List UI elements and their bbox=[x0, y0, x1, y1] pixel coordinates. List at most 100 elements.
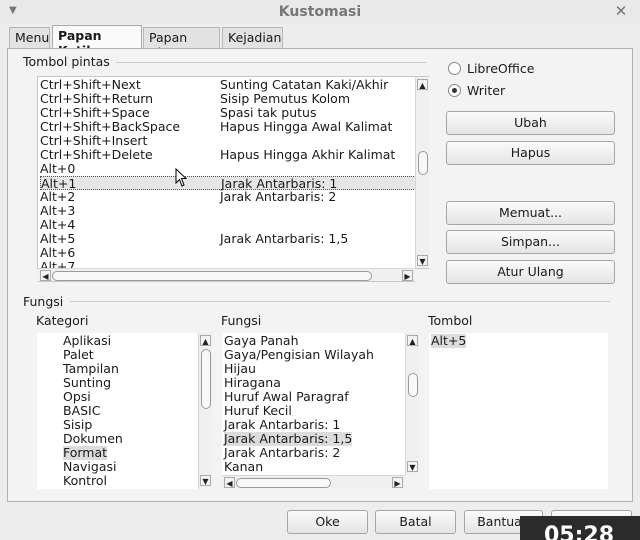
scroll-down-icon[interactable]: ▼ bbox=[417, 255, 428, 266]
function-item[interactable]: Gaya/Pengisian Wilayah bbox=[224, 348, 374, 362]
category-item[interactable]: Palet bbox=[63, 348, 94, 362]
shortcut-row[interactable]: Ctrl+Shift+Delete Hapus Hingga Akhir Kali… bbox=[40, 148, 416, 162]
function-hscrollbar[interactable]: ◀ ▶ bbox=[222, 475, 405, 489]
shortcut-key: Ctrl+Shift+Return bbox=[40, 91, 154, 106]
hscroll-thumb[interactable] bbox=[236, 478, 331, 488]
category-item[interactable]: Aplikasi bbox=[63, 334, 111, 348]
shortcut-row[interactable]: Alt+6 bbox=[40, 246, 416, 260]
simpan-button[interactable]: Simpan... bbox=[446, 230, 615, 254]
scroll-thumb[interactable] bbox=[418, 151, 428, 175]
hscroll-thumb[interactable] bbox=[52, 271, 372, 281]
category-item[interactable]: Format bbox=[63, 446, 108, 460]
clock-overlay: 05:28 bbox=[520, 516, 640, 540]
shortcut-row[interactable]: Ctrl+Shift+Insert bbox=[40, 134, 416, 148]
shortcut-row[interactable]: Alt+2 Jarak Antarbaris: 2 bbox=[40, 190, 416, 204]
close-icon[interactable]: ✕ bbox=[613, 2, 629, 20]
scroll-left-icon[interactable]: ◀ bbox=[40, 270, 51, 281]
shortcut-function: Spasi tak putus bbox=[220, 105, 317, 120]
scroll-left-icon[interactable]: ◀ bbox=[224, 477, 235, 488]
function-item[interactable]: Kanan bbox=[224, 460, 263, 474]
shortcut-list-vscrollbar[interactable]: ▲ ▼ bbox=[415, 77, 429, 268]
functions-separator bbox=[70, 301, 610, 302]
key-list[interactable]: Alt+5 bbox=[429, 333, 608, 489]
scroll-down-icon[interactable]: ▼ bbox=[407, 461, 418, 472]
tab-papan-ketik[interactable]: Papan Ketik bbox=[52, 25, 142, 58]
scroll-right-icon[interactable]: ▶ bbox=[392, 477, 403, 488]
category-item[interactable]: Navigasi bbox=[63, 460, 116, 474]
function-item[interactable]: Hijau bbox=[224, 362, 256, 376]
scroll-up-icon[interactable]: ▲ bbox=[200, 335, 211, 346]
function-list[interactable]: Gaya Panah Gaya/Pengisian Wilayah Hijau Hir… bbox=[222, 333, 419, 475]
shortcut-key: Alt+0 bbox=[40, 161, 76, 176]
category-item[interactable]: Sisip bbox=[63, 418, 92, 432]
mouse-cursor-icon bbox=[175, 168, 188, 187]
shortcut-row[interactable]: Ctrl+Shift+Next Sunting Catatan Kaki/Akhi… bbox=[40, 78, 416, 92]
scroll-up-icon[interactable]: ▲ bbox=[417, 79, 428, 90]
shortcut-key: Ctrl+Shift+Space bbox=[40, 105, 150, 120]
shortcut-key: Alt+4 bbox=[40, 217, 76, 232]
radio-libreoffice[interactable] bbox=[448, 62, 461, 75]
function-item[interactable]: Jarak Antarbaris: 1,5 bbox=[224, 432, 353, 446]
shortcut-function: Sisip Pemutus Kolom bbox=[220, 91, 351, 106]
category-vscrollbar[interactable]: ▲ ▼ bbox=[198, 333, 212, 489]
tab-papan-alat[interactable]: Papan Alat bbox=[143, 27, 220, 60]
function-item[interactable]: Jarak Antarbaris: 2 bbox=[224, 446, 340, 460]
scroll-down-icon[interactable]: ▼ bbox=[200, 475, 211, 486]
function-item[interactable]: Huruf Kecil bbox=[224, 404, 292, 418]
shortcut-function: Jarak Antarbaris: 1,5 bbox=[220, 231, 349, 246]
tab-menu[interactable]: Menu bbox=[9, 27, 50, 48]
key-item[interactable]: Alt+5 bbox=[431, 334, 467, 348]
shortcut-row[interactable]: Alt+1 Jarak Antarbaris: 1 bbox=[40, 176, 416, 191]
function-item[interactable]: Hiragana bbox=[224, 376, 281, 390]
shortcut-function: Sunting Catatan Kaki/Akhir bbox=[220, 77, 389, 92]
tab-kejadian[interactable]: Kejadian bbox=[222, 27, 283, 48]
category-item[interactable]: Tampilan bbox=[63, 362, 119, 376]
muat-button[interactable]: Memuat... bbox=[446, 201, 615, 225]
shortcut-key: Ctrl+Shift+Insert bbox=[40, 133, 148, 148]
ok-button[interactable]: Oke bbox=[287, 510, 368, 534]
shortcut-function: Jarak Antarbaris: 2 bbox=[220, 189, 337, 204]
shortcut-key: Ctrl+Shift+BackSpace bbox=[40, 119, 181, 134]
shortcuts-separator bbox=[116, 62, 426, 63]
shortcut-key: Alt+3 bbox=[40, 203, 76, 218]
shortcut-list-hscrollbar[interactable]: ◀ ▶ bbox=[38, 268, 415, 282]
hapus-button[interactable]: Hapus bbox=[446, 141, 615, 165]
category-item[interactable]: Sunting bbox=[63, 376, 111, 390]
shortcut-key: Ctrl+Shift+Delete bbox=[40, 147, 153, 162]
function-item[interactable]: Gaya Panah bbox=[224, 334, 299, 348]
ubah-button[interactable]: Ubah bbox=[446, 111, 615, 135]
shortcut-key: Alt+6 bbox=[40, 245, 76, 260]
shortcut-row[interactable]: Alt+3 bbox=[40, 204, 416, 218]
atur-ulang-side-button[interactable]: Atur Ulang bbox=[446, 260, 615, 284]
shortcuts-group-label: Tombol pintas bbox=[23, 54, 110, 69]
category-item[interactable]: Opsi bbox=[63, 390, 91, 404]
category-item[interactable]: Dokumen bbox=[63, 432, 123, 446]
shortcut-function: Hapus Hingga Akhir Kalimat bbox=[220, 147, 396, 162]
shortcut-row[interactable]: Alt+4 bbox=[40, 218, 416, 232]
cancel-button[interactable]: Batal bbox=[375, 510, 456, 534]
shortcut-row[interactable]: Ctrl+Shift+Space Spasi tak putus bbox=[40, 106, 416, 120]
kategori-label: Kategori bbox=[36, 313, 89, 328]
shortcut-row[interactable]: Ctrl+Shift+Return Sisip Pemutus Kolom bbox=[40, 92, 416, 106]
scroll-up-icon[interactable]: ▲ bbox=[407, 335, 418, 346]
radio-writer-label[interactable]: Writer bbox=[467, 83, 505, 98]
shortcut-function: Hapus Hingga Awal Kalimat bbox=[220, 119, 393, 134]
category-list[interactable]: Aplikasi Palet Tampilan Sunting Opsi BASIC Sis… bbox=[37, 333, 212, 489]
shortcut-row[interactable]: Alt+5 Jarak Antarbaris: 1,5 bbox=[40, 232, 416, 246]
radio-libreoffice-label[interactable]: LibreOffice bbox=[467, 61, 534, 76]
shortcut-key: Alt+2 bbox=[40, 189, 76, 204]
radio-writer[interactable] bbox=[448, 84, 461, 97]
scroll-thumb[interactable] bbox=[201, 349, 211, 409]
shortcut-row[interactable]: Alt+0 bbox=[40, 162, 416, 176]
function-item[interactable]: Jarak Antarbaris: 1 bbox=[224, 418, 340, 432]
function-item[interactable]: Huruf Awal Paragraf bbox=[224, 390, 349, 404]
function-vscrollbar[interactable]: ▲ ▼ bbox=[405, 333, 419, 475]
category-item[interactable]: BASIC bbox=[63, 404, 100, 418]
shortcut-key: Ctrl+Shift+Next bbox=[40, 77, 141, 92]
fungsi-column-label: Fungsi bbox=[221, 313, 262, 328]
category-item[interactable]: Kontrol bbox=[63, 474, 107, 488]
shortcut-row[interactable]: Ctrl+Shift+BackSpace Hapus Hingga Awal Ka… bbox=[40, 120, 416, 134]
shortcut-list[interactable]: Ctrl+Shift+Next Sunting Catatan Kaki/Akhi… bbox=[37, 76, 429, 269]
scroll-thumb[interactable] bbox=[408, 373, 418, 397]
scroll-right-icon[interactable]: ▶ bbox=[402, 270, 413, 281]
